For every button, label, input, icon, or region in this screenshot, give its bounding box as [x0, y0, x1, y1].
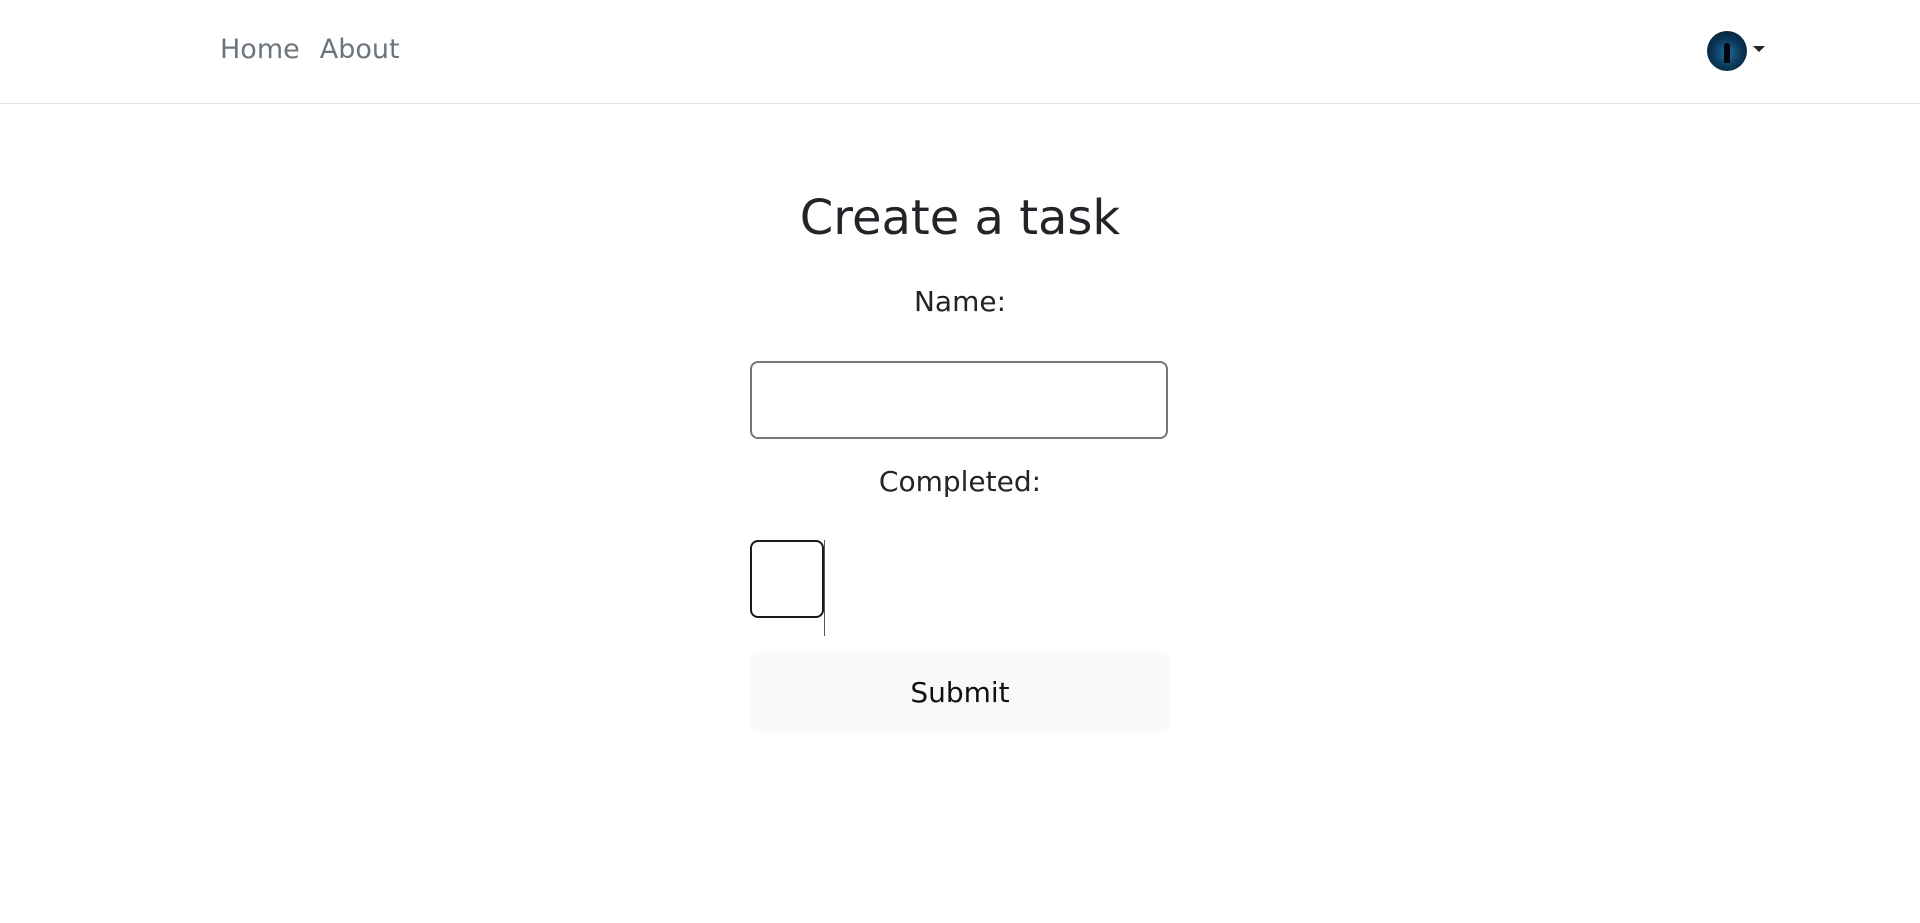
text-cursor — [824, 540, 825, 636]
navbar: Home About — [0, 0, 1920, 104]
completed-label: Completed: — [878, 465, 1042, 498]
name-input[interactable] — [750, 361, 1168, 439]
completed-checkbox[interactable] — [750, 540, 824, 618]
page-title: Create a task — [799, 190, 1121, 246]
submit-button[interactable]: Submit — [750, 652, 1170, 732]
caret-down-icon — [1753, 46, 1765, 52]
nav-link-about[interactable]: About — [320, 30, 400, 70]
avatar-figure — [1724, 43, 1730, 63]
nav-links: Home About — [220, 30, 400, 70]
user-avatar-icon — [1707, 31, 1747, 71]
name-label: Name: — [913, 285, 1007, 318]
user-menu-toggle[interactable] — [1707, 31, 1765, 71]
nav-link-home[interactable]: Home — [220, 30, 300, 70]
